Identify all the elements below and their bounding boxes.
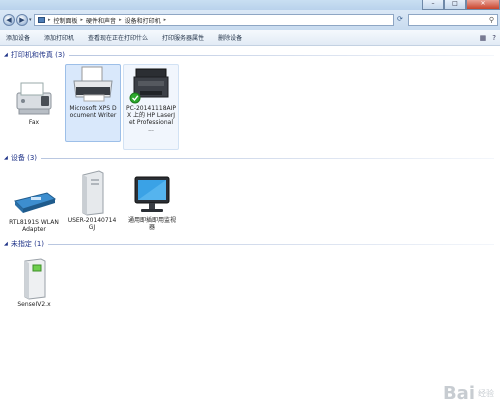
maximize-button[interactable]: □ xyxy=(444,0,466,10)
device-item-senseiv[interactable]: SenseIV2.x xyxy=(6,257,62,308)
device-label: Fax xyxy=(28,119,40,126)
forward-button[interactable]: ▶ xyxy=(16,14,28,26)
group-title-printers: 打印机和传真 (3) xyxy=(10,51,65,59)
device-item-hp-laserjet[interactable]: PC-20141118AIPX 上的 HP LaserJet Professio… xyxy=(123,64,179,150)
device-item-computer[interactable]: USER-20140714GJ xyxy=(64,169,120,231)
window-controls: – □ ✕ xyxy=(422,0,500,10)
baidu-watermark: Bai 经验 xyxy=(443,383,494,404)
collapse-arrow-icon[interactable]: ◢ xyxy=(4,241,8,247)
breadcrumb-devices-printers[interactable]: 设备和打印机 xyxy=(125,16,161,25)
device-label: RTL8191S WLAN Adapter xyxy=(9,219,59,233)
device-label: USER-20140714GJ xyxy=(67,217,117,231)
device-box-icon xyxy=(24,258,46,300)
group-divider xyxy=(48,243,494,245)
collapse-arrow-icon[interactable]: ◢ xyxy=(4,52,8,58)
device-item-wlan-adapter[interactable]: RTL8191S WLAN Adapter xyxy=(6,183,62,233)
group-divider xyxy=(41,157,494,159)
group-header-printers[interactable]: ◢ 打印机和传真 (3) xyxy=(4,50,494,60)
see-printing-button[interactable]: 查看现在正在打印什么 xyxy=(88,33,148,42)
control-panel-icon xyxy=(38,17,45,23)
device-label: PC-20141118AIPX 上的 HP LaserJet Professio… xyxy=(126,105,177,133)
device-item-fax[interactable]: Fax xyxy=(6,79,62,126)
add-printer-button[interactable]: 添加打印机 xyxy=(44,33,74,42)
close-button[interactable]: ✕ xyxy=(466,0,500,10)
wlan-adapter-icon xyxy=(14,192,57,213)
minimize-button[interactable]: – xyxy=(422,0,444,10)
command-bar: 添加设备 添加打印机 查看现在正在打印什么 打印服务器属性 删除设备 ▦ ? xyxy=(0,30,500,46)
device-label: SenseIV2.x xyxy=(17,301,51,308)
add-device-button[interactable]: 添加设备 xyxy=(6,33,30,42)
search-input[interactable]: ⚲ xyxy=(408,14,498,26)
history-dropdown-icon[interactable]: ▾ xyxy=(29,17,32,23)
device-item-monitor[interactable]: 通用即插即用监视器 xyxy=(124,175,180,231)
breadcrumb-separator: ▸ xyxy=(119,17,122,23)
group-title-unspecified: 未指定 (1) xyxy=(10,240,44,248)
title-bar: – □ ✕ xyxy=(0,0,500,10)
back-button[interactable]: ◀ xyxy=(3,14,15,26)
group-title-devices: 设备 (3) xyxy=(10,154,37,162)
watermark-suffix: 经验 xyxy=(478,389,494,398)
computer-tower-icon xyxy=(82,170,104,216)
group-header-unspecified[interactable]: ◢ 未指定 (1) xyxy=(4,239,494,249)
collapse-arrow-icon[interactable]: ◢ xyxy=(4,155,8,161)
device-label: 通用即插即用监视器 xyxy=(127,217,176,231)
fax-icon xyxy=(16,82,52,115)
breadcrumb-separator: ▸ xyxy=(80,17,84,23)
devices-content-area: ◢ 打印机和传真 (3) Fax Microsoft XPS Document … xyxy=(0,47,500,408)
monitor-icon xyxy=(134,176,170,212)
view-options-icon[interactable]: ▦ xyxy=(480,34,487,42)
search-icon: ⚲ xyxy=(488,16,494,24)
multifunction-printer-icon xyxy=(129,68,169,104)
help-icon[interactable]: ? xyxy=(492,34,496,42)
view-controls: ▦ ? xyxy=(480,34,496,42)
breadcrumb-control-panel[interactable]: 控制面板 xyxy=(54,16,78,25)
device-label: Microsoft XPS Document Writer xyxy=(69,105,117,119)
address-bar[interactable]: ▸ 控制面板 ▸ 硬件和声音 ▸ 设备和打印机 ▸ xyxy=(34,14,394,26)
watermark-brand: Bai xyxy=(442,383,475,404)
group-divider xyxy=(69,54,494,56)
group-header-devices[interactable]: ◢ 设备 (3) xyxy=(4,153,494,163)
print-server-properties-button[interactable]: 打印服务器属性 xyxy=(162,33,204,42)
device-item-xps-writer[interactable]: Microsoft XPS Document Writer xyxy=(65,64,121,142)
breadcrumb-hardware-sound[interactable]: 硬件和声音 xyxy=(86,16,116,25)
breadcrumb-separator: ▸ xyxy=(163,17,167,23)
forward-arrow-icon: ▶ xyxy=(19,16,25,24)
breadcrumb-separator: ▸ xyxy=(48,17,51,23)
refresh-icon[interactable]: ⟳ xyxy=(397,15,403,23)
back-arrow-icon: ◀ xyxy=(6,16,12,24)
remove-device-button[interactable]: 删除设备 xyxy=(218,33,242,42)
printer-icon xyxy=(73,66,113,102)
navigation-bar: ◀ ▶ ▾ ▸ 控制面板 ▸ 硬件和声音 ▸ 设备和打印机 ▸ ⟳ ⚲ xyxy=(0,10,500,30)
